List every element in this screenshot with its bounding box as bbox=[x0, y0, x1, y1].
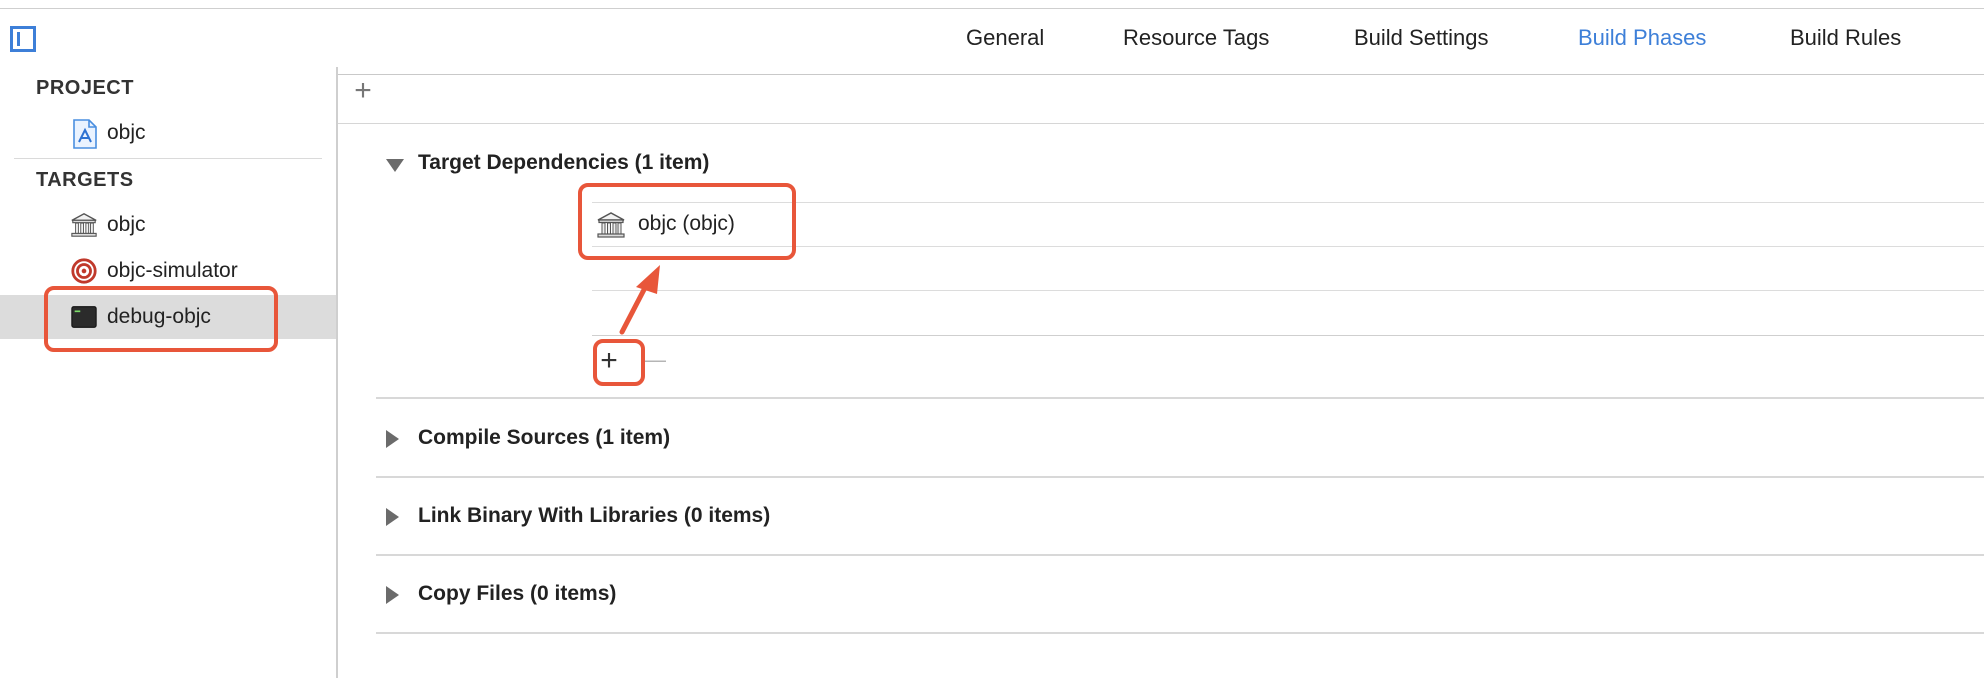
editor-divider bbox=[338, 123, 1984, 124]
sidebar-item-project-objc[interactable]: objc bbox=[0, 111, 336, 155]
toolbar: General Resource Tags Build Settings Bui… bbox=[0, 8, 1984, 75]
dependency-list-bottom bbox=[592, 335, 1984, 336]
sidebar-item-label: objc-simulator bbox=[107, 259, 238, 282]
framework-icon bbox=[597, 212, 625, 238]
disclosure-triangle-collapsed-icon[interactable] bbox=[386, 508, 399, 526]
phase-divider bbox=[376, 397, 1984, 399]
project-file-icon bbox=[73, 119, 97, 149]
dependency-item-objc[interactable]: objc (objc) bbox=[592, 202, 892, 246]
add-dependency-button[interactable]: + bbox=[594, 346, 624, 376]
sidebar-item-target-objc[interactable]: objc bbox=[0, 203, 336, 247]
sidebar-item-label: objc bbox=[107, 213, 146, 236]
sidebar-item-label: objc bbox=[107, 121, 146, 144]
phase-divider bbox=[376, 554, 1984, 556]
sidebar-divider bbox=[14, 158, 322, 159]
phase-title: Copy Files (0 items) bbox=[418, 582, 617, 605]
target-icon bbox=[71, 258, 97, 284]
remove-dependency-button[interactable]: — bbox=[640, 345, 670, 375]
targets-section-header: TARGETS bbox=[36, 169, 134, 191]
tab-build-settings[interactable]: Build Settings bbox=[1354, 25, 1489, 51]
dependency-row-divider bbox=[592, 290, 1984, 291]
disclosure-triangle-collapsed-icon[interactable] bbox=[386, 430, 399, 448]
sidebar-item-label: debug-objc bbox=[107, 305, 211, 328]
framework-icon bbox=[71, 213, 97, 237]
phase-title: Compile Sources (1 item) bbox=[418, 426, 671, 449]
add-build-phase-button[interactable]: + bbox=[348, 76, 378, 107]
phase-divider bbox=[376, 632, 1984, 634]
tab-general[interactable]: General bbox=[966, 25, 1044, 51]
project-section-header: PROJECT bbox=[36, 77, 134, 99]
disclosure-triangle-collapsed-icon[interactable] bbox=[386, 586, 399, 604]
dependency-item-label: objc (objc) bbox=[638, 212, 735, 235]
tab-resource-tags[interactable]: Resource Tags bbox=[1123, 25, 1269, 51]
tab-build-rules[interactable]: Build Rules bbox=[1790, 25, 1901, 51]
editor-tabs: General Resource Tags Build Settings Bui… bbox=[0, 9, 1984, 68]
build-phases-editor: + Target Dependencies (1 item) objc (obj… bbox=[338, 67, 1984, 678]
dependency-row-divider bbox=[592, 246, 1984, 247]
target-sidebar: PROJECT objc TARGETS objc objc-simulator bbox=[0, 67, 338, 678]
phase-title: Link Binary With Libraries (0 items) bbox=[418, 504, 771, 527]
phase-divider bbox=[376, 476, 1984, 478]
sidebar-item-target-debug-objc[interactable]: debug-objc bbox=[0, 295, 336, 339]
terminal-icon bbox=[71, 306, 97, 328]
phase-title: Target Dependencies (1 item) bbox=[418, 151, 710, 174]
disclosure-triangle-expanded-icon[interactable] bbox=[386, 159, 404, 172]
tab-build-phases[interactable]: Build Phases bbox=[1578, 25, 1706, 51]
sidebar-item-target-objc-simulator[interactable]: objc-simulator bbox=[0, 249, 336, 293]
